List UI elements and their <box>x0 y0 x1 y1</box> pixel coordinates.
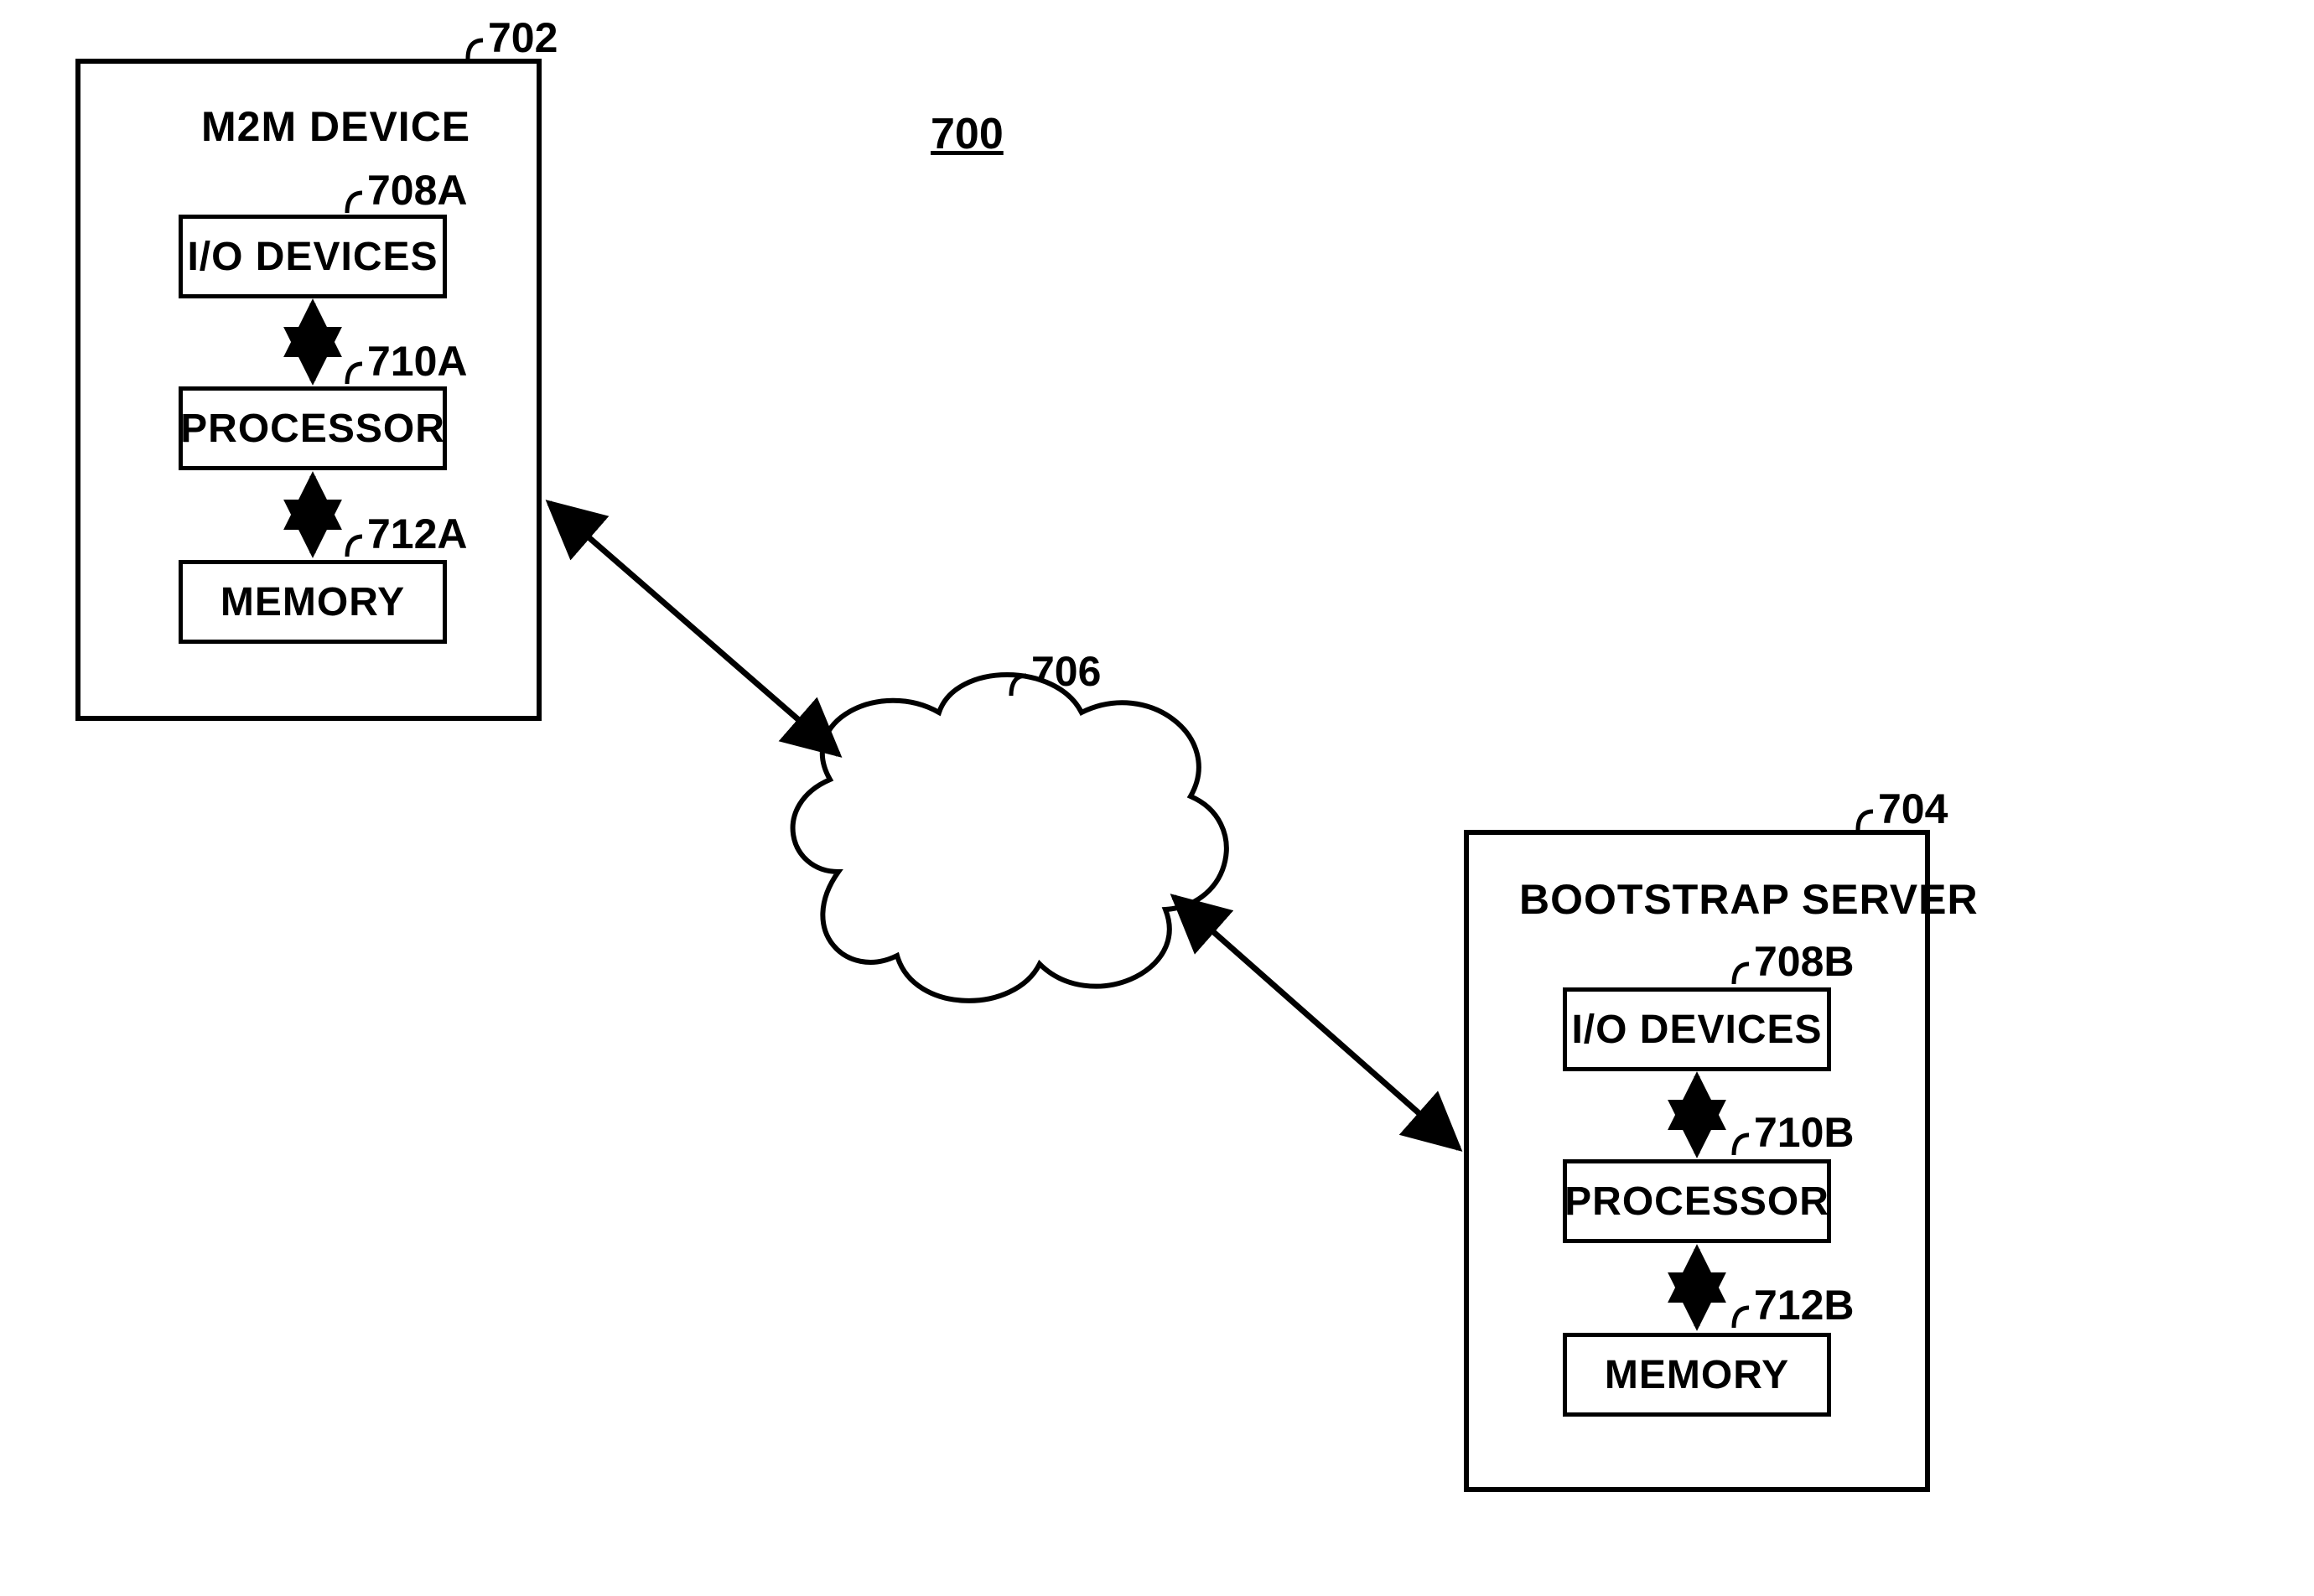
bootstrap-server-ref: 704 <box>1878 785 1948 833</box>
server-memory-ref: 712B <box>1754 1281 1855 1329</box>
arrow-network-to-server <box>1174 897 1459 1148</box>
diagram-stage: 700 M2M DEVICE 702 I/O DEVICES 708A PROC… <box>0 0 2314 1596</box>
m2m-memory-label: MEMORY <box>221 579 405 625</box>
m2m-io-devices-ref: 708A <box>367 166 468 215</box>
m2m-io-devices-label: I/O DEVICES <box>187 234 438 280</box>
m2m-memory-box: MEMORY <box>179 560 447 644</box>
m2m-processor-label: PROCESSOR <box>180 406 445 452</box>
m2m-device-title: M2M DEVICE <box>201 102 470 151</box>
network-label: NETWORK <box>914 813 1136 862</box>
server-processor-ref: 710B <box>1754 1108 1855 1157</box>
bootstrap-server-title: BOOTSTRAP SERVER <box>1519 875 1979 924</box>
server-io-devices-label: I/O DEVICES <box>1571 1007 1822 1053</box>
m2m-io-devices-box: I/O DEVICES <box>179 215 447 298</box>
server-io-devices-ref: 708B <box>1754 937 1855 986</box>
hook-702 <box>468 40 483 59</box>
figure-number: 700 <box>931 109 1004 159</box>
hook-706 <box>1011 676 1026 696</box>
server-io-devices-box: I/O DEVICES <box>1563 987 1831 1071</box>
network-ref: 706 <box>1031 647 1101 696</box>
server-processor-box: PROCESSOR <box>1563 1159 1831 1243</box>
m2m-device-ref: 702 <box>488 13 558 62</box>
arrow-m2m-to-network <box>549 503 838 754</box>
m2m-processor-box: PROCESSOR <box>179 386 447 470</box>
m2m-processor-ref: 710A <box>367 337 468 386</box>
server-processor-label: PROCESSOR <box>1564 1179 1829 1225</box>
server-memory-label: MEMORY <box>1605 1352 1789 1398</box>
server-memory-box: MEMORY <box>1563 1333 1831 1417</box>
hook-704 <box>1858 811 1873 830</box>
m2m-memory-ref: 712A <box>367 510 468 558</box>
